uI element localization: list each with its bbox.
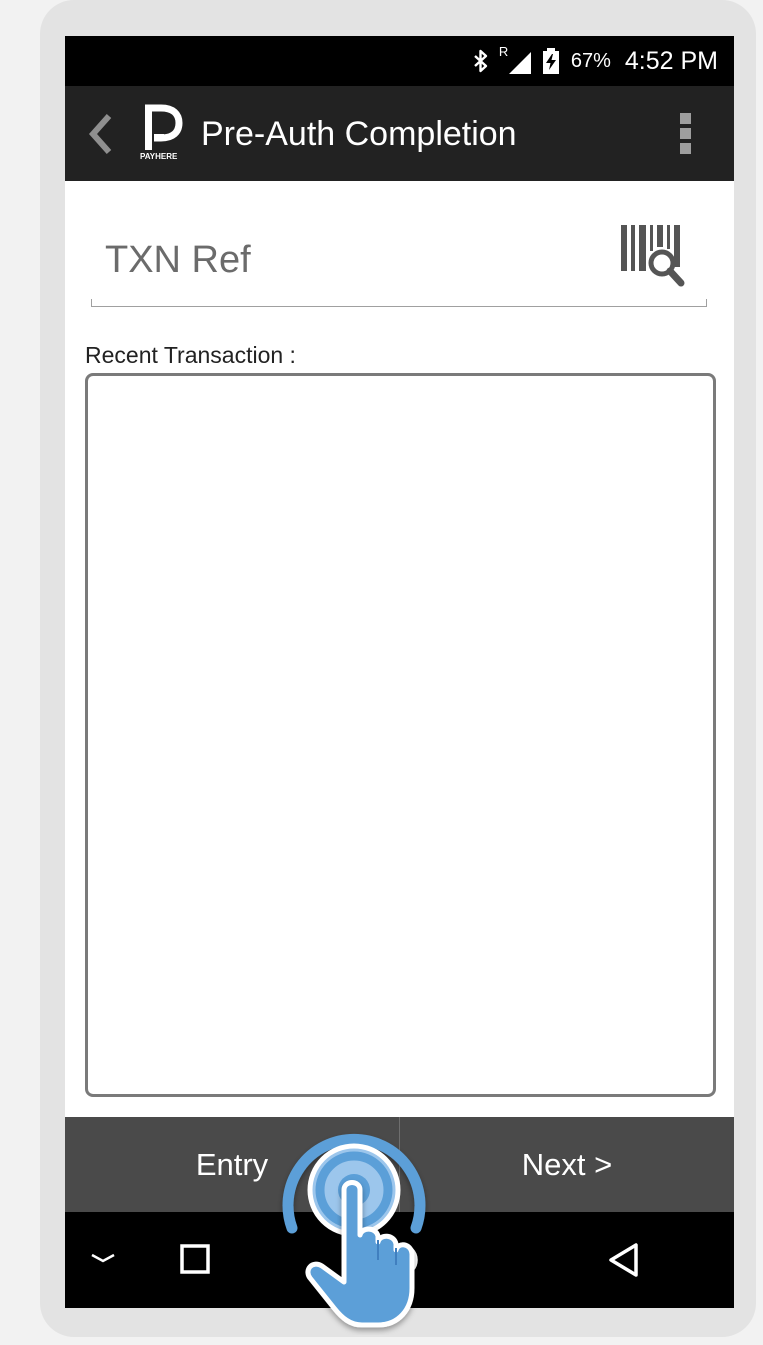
next-button[interactable]: Next > <box>400 1117 734 1212</box>
barcode-scan-button[interactable] <box>619 223 689 287</box>
bluetooth-icon <box>473 49 489 73</box>
battery-charging-icon <box>542 48 559 74</box>
hide-keyboard-icon <box>91 1253 115 1263</box>
tap-gesture-hand-icon <box>270 1110 445 1335</box>
signal-icon: R <box>499 44 533 74</box>
back-chevron-icon <box>88 114 112 154</box>
back-icon <box>609 1243 638 1277</box>
recent-transaction-label: Recent Transaction : <box>85 342 296 368</box>
page-title: Pre-Auth Completion <box>201 115 517 153</box>
recent-apps-button[interactable] <box>180 1244 210 1274</box>
clock: 4:52 PM <box>624 46 718 75</box>
app-bar: PAYHERE Pre-Auth Completion <box>65 86 734 181</box>
payhere-logo: PAYHERE <box>139 104 185 166</box>
overflow-menu-icon <box>680 113 694 154</box>
overflow-menu-button[interactable] <box>680 113 694 157</box>
back-button[interactable] <box>87 112 117 156</box>
status-bar: R 67% 4:52 PM <box>65 36 734 86</box>
recent-apps-icon <box>180 1244 210 1274</box>
hide-keyboard-button[interactable] <box>89 1248 117 1268</box>
logo-text: PAYHERE <box>140 152 178 161</box>
barcode-search-icon <box>621 225 685 287</box>
recent-transaction-list[interactable] <box>85 373 716 1097</box>
status-icons: R 67% 4:52 PM <box>473 36 718 86</box>
txn-ref-field[interactable] <box>91 186 707 308</box>
txn-ref-underline <box>91 299 707 307</box>
back-nav-button[interactable] <box>608 1242 640 1278</box>
txn-ref-input[interactable] <box>105 238 585 282</box>
battery-percentage: 67% <box>570 49 611 72</box>
